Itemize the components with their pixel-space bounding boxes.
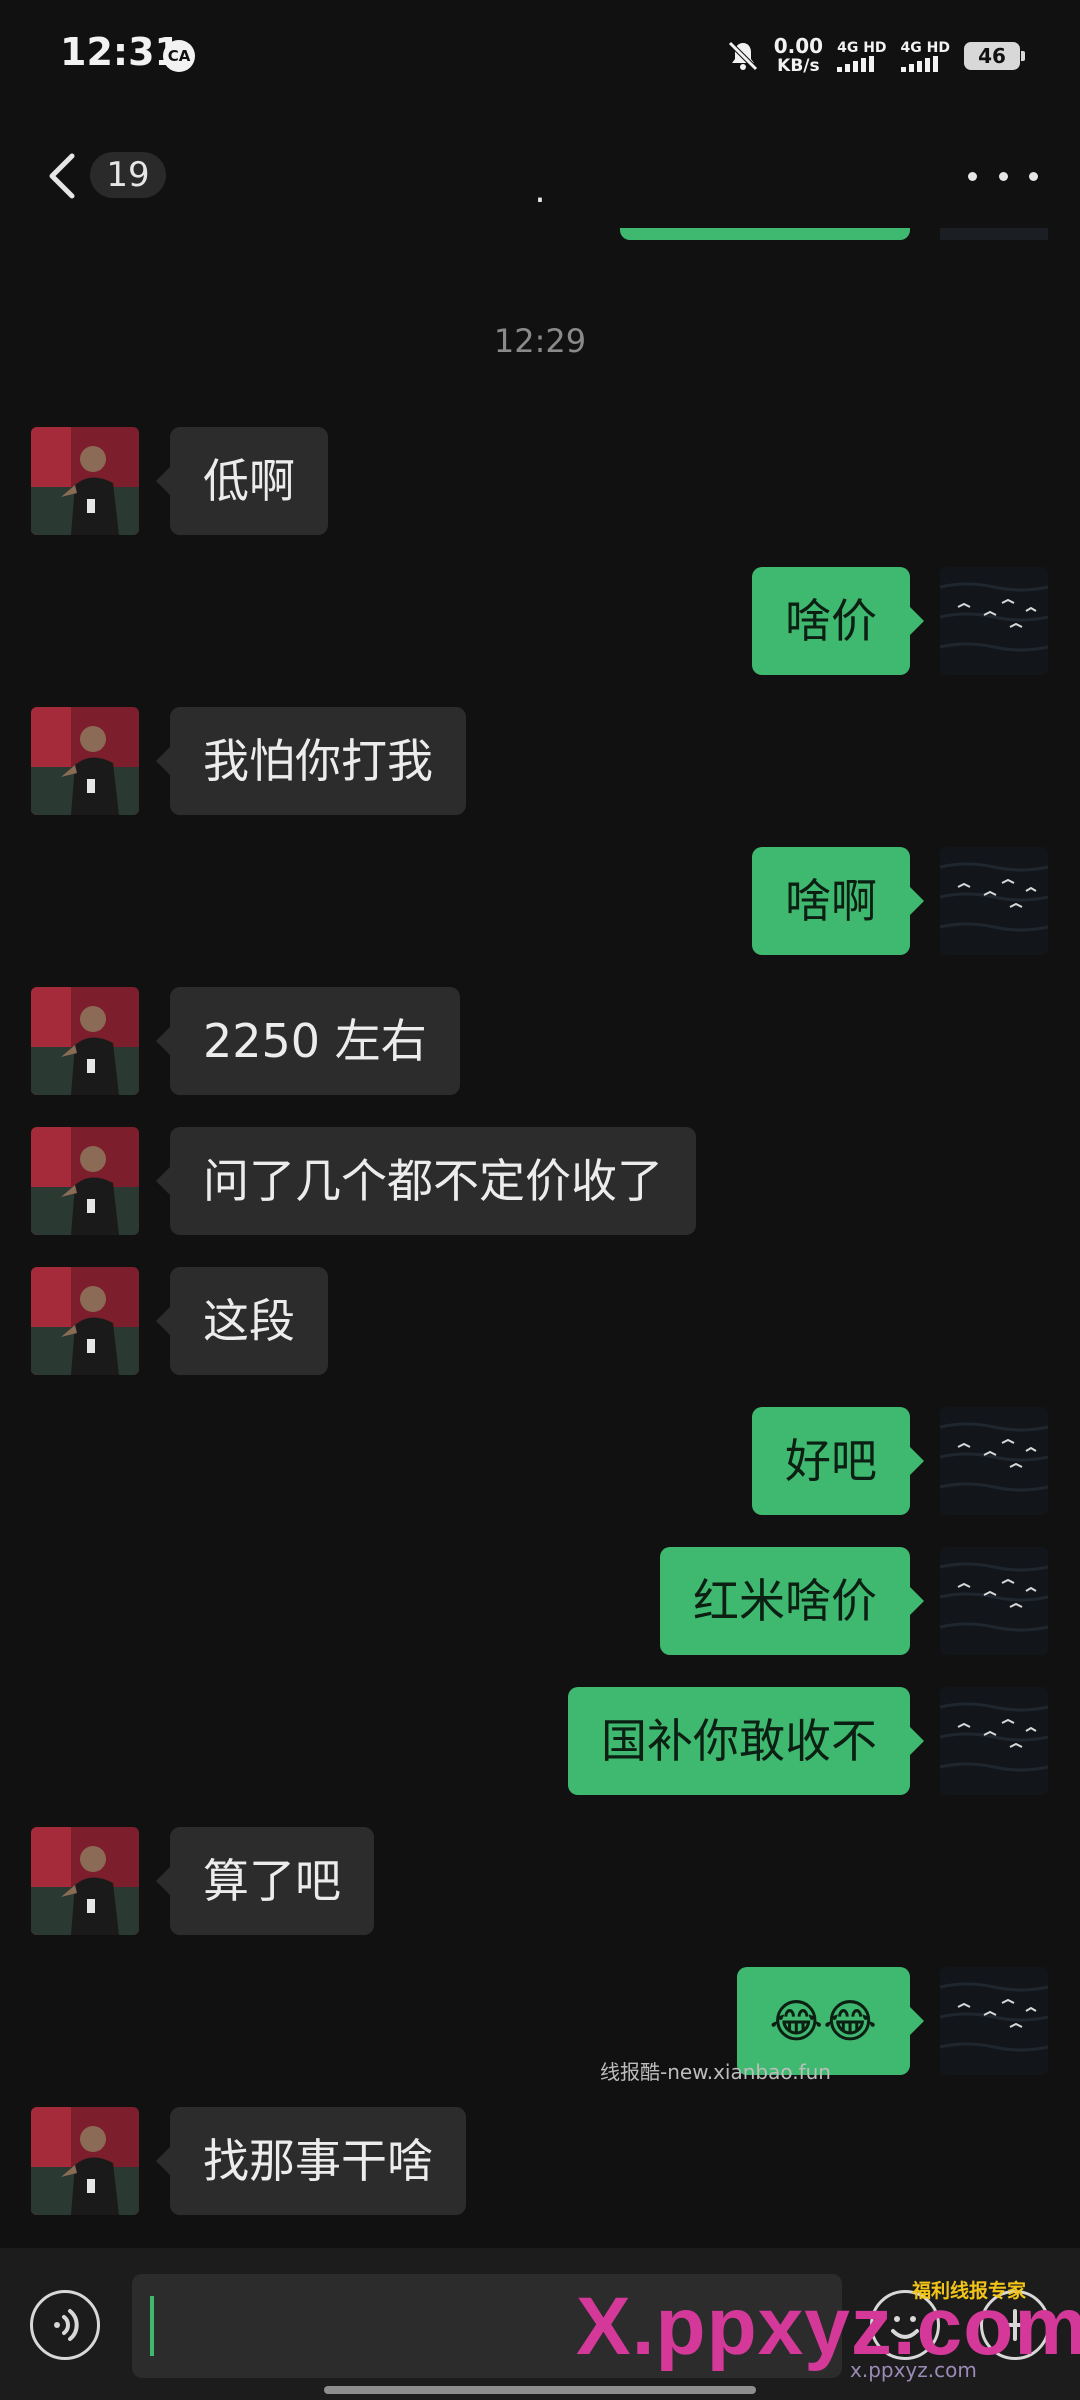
signal-icon xyxy=(900,56,938,72)
message-row-outgoing: 啥啊 xyxy=(0,847,1080,955)
message-row-outgoing: 红米啥价 xyxy=(0,1547,1080,1655)
my-avatar[interactable] xyxy=(940,1547,1048,1655)
clipped-message-bubble[interactable] xyxy=(620,228,910,240)
message-row-outgoing: 😂😂 xyxy=(0,1967,1080,2075)
battery-icon: 46 xyxy=(964,42,1025,70)
sim2-signal: 4G HD xyxy=(900,40,950,72)
message-row-incoming: 低啊 xyxy=(0,427,1080,535)
sim2-label: 4G HD xyxy=(900,40,950,56)
more-dot xyxy=(1029,171,1038,181)
unread-count-badge: 19 xyxy=(90,152,166,198)
message-row-outgoing: 好吧 xyxy=(0,1407,1080,1515)
my-avatar-image xyxy=(940,847,1048,955)
message-bubble[interactable]: 我怕你打我 xyxy=(156,707,466,815)
contact-avatar[interactable] xyxy=(31,2107,139,2215)
contact-avatar[interactable] xyxy=(31,987,139,1095)
contact-avatar-image xyxy=(31,1267,139,1375)
message-row-incoming: 找那事干啥 xyxy=(0,2107,1080,2215)
message-bubble[interactable]: 国补你敢收不 xyxy=(568,1687,924,1795)
more-options-button[interactable] xyxy=(968,156,1038,196)
my-avatar-image xyxy=(940,567,1048,675)
message-bubble[interactable]: 啥价 xyxy=(752,567,924,675)
contact-avatar[interactable] xyxy=(31,1267,139,1375)
my-avatar[interactable] xyxy=(940,1687,1048,1795)
contact-avatar-image xyxy=(31,1127,139,1235)
watermark-logo-tagline: 福利线报专家 xyxy=(912,2280,1027,2302)
more-dot xyxy=(968,171,977,181)
chevron-left-icon xyxy=(49,153,75,199)
status-bar: 12:31 CA 0.00 KB/s 4G HD 4G HD 46 xyxy=(0,0,1080,115)
voice-input-button[interactable] xyxy=(30,2290,100,2360)
message-bubble[interactable]: 这段 xyxy=(156,1267,328,1375)
watermark-text: 线报酷-new.xianbao.fun xyxy=(600,2060,831,2084)
message-bubble[interactable]: 算了吧 xyxy=(156,1827,374,1935)
message-row-outgoing: 国补你敢收不 xyxy=(0,1687,1080,1795)
contact-avatar[interactable] xyxy=(31,1127,139,1235)
sim1-label: 4G HD xyxy=(837,40,887,56)
chat-title: . xyxy=(534,170,546,211)
contact-avatar-image xyxy=(31,707,139,815)
chat-header: 19 . xyxy=(0,120,1080,230)
sim1-signal: 4G HD xyxy=(837,40,887,72)
text-caret xyxy=(150,2296,154,2356)
back-button[interactable]: 19 xyxy=(38,144,178,206)
contact-avatar[interactable] xyxy=(31,1827,139,1935)
my-avatar[interactable] xyxy=(940,847,1048,955)
my-avatar[interactable] xyxy=(940,1407,1048,1515)
network-speed: 0.00 KB/s xyxy=(774,36,823,76)
message-bubble[interactable]: 低啊 xyxy=(156,427,328,535)
contact-avatar[interactable] xyxy=(31,707,139,815)
contact-avatar-image xyxy=(31,2107,139,2215)
home-indicator[interactable] xyxy=(324,2386,756,2394)
message-bubble[interactable]: 找那事干啥 xyxy=(156,2107,466,2215)
message-row-incoming: 问了几个都不定价收了 xyxy=(0,1127,1080,1235)
clipped-avatar xyxy=(940,228,1048,240)
message-row-outgoing: 啥价 xyxy=(0,567,1080,675)
voice-icon xyxy=(54,2309,79,2341)
mute-bell-icon xyxy=(727,41,758,71)
message-bubble[interactable]: 啥啊 xyxy=(752,847,924,955)
message-row-incoming: 算了吧 xyxy=(0,1827,1080,1935)
message-row-incoming: 这段 xyxy=(0,1267,1080,1375)
my-avatar[interactable] xyxy=(940,567,1048,675)
my-avatar-image xyxy=(940,1407,1048,1515)
signal-icon xyxy=(837,56,875,72)
message-bubble[interactable]: 2250 左右 xyxy=(156,987,460,1095)
app-indicator-icon: CA xyxy=(163,40,195,72)
watermark-logo-sub: x.ppxyz.com xyxy=(850,2358,977,2382)
contact-avatar[interactable] xyxy=(31,427,139,535)
contact-avatar-image xyxy=(31,427,139,535)
contact-avatar-image xyxy=(31,1827,139,1935)
my-avatar-image xyxy=(940,1547,1048,1655)
message-row-incoming: 2250 左右 xyxy=(0,987,1080,1095)
my-avatar-image xyxy=(940,1687,1048,1795)
more-dot xyxy=(998,171,1008,181)
my-avatar[interactable] xyxy=(940,1967,1048,2075)
message-bubble[interactable]: 红米啥价 xyxy=(660,1547,924,1655)
message-row-incoming: 我怕你打我 xyxy=(0,707,1080,815)
contact-avatar-image xyxy=(31,987,139,1095)
message-timestamp: 12:29 xyxy=(493,322,587,360)
network-speed-value: 0.00 xyxy=(773,34,824,58)
message-bubble[interactable]: 好吧 xyxy=(752,1407,924,1515)
network-speed-unit: KB/s xyxy=(777,56,820,76)
my-avatar-image xyxy=(940,1967,1048,2075)
message-bubble[interactable]: 问了几个都不定价收了 xyxy=(156,1127,696,1235)
